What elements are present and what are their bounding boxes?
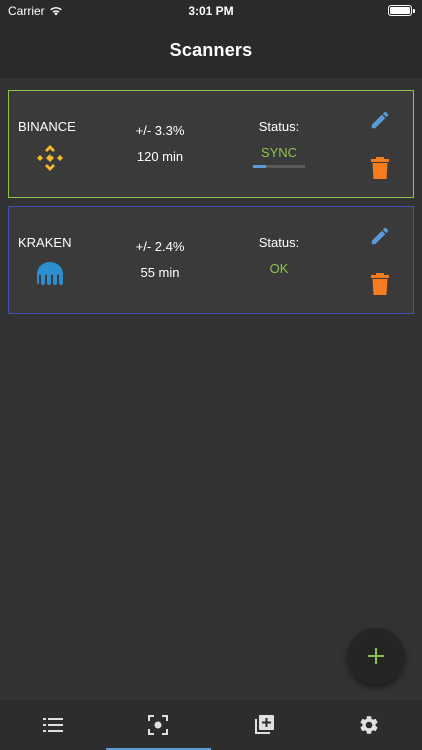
page-title: Scanners bbox=[169, 39, 253, 60]
clock: 3:01 PM bbox=[188, 4, 234, 18]
trash-icon bbox=[371, 273, 389, 295]
exchange-name: KRAKEN bbox=[18, 235, 72, 250]
scanner-focus-icon bbox=[148, 715, 169, 735]
tab-add[interactable] bbox=[211, 700, 317, 750]
interval-value: 120 min bbox=[136, 149, 184, 164]
pencil-icon bbox=[371, 111, 389, 129]
add-scanner-button[interactable] bbox=[348, 628, 404, 684]
tab-list[interactable] bbox=[0, 700, 106, 750]
scanner-card-binance[interactable]: BINANCE +/- 3.3% 120 min Status: SYNC bbox=[8, 90, 414, 198]
tab-settings[interactable] bbox=[317, 700, 422, 750]
status-label: Status: bbox=[258, 235, 300, 250]
status-value: OK bbox=[269, 261, 289, 276]
threshold-value: +/- 3.3% bbox=[135, 123, 185, 138]
battery-icon bbox=[388, 5, 415, 16]
edit-button[interactable] bbox=[369, 109, 391, 131]
tab-bar bbox=[0, 700, 422, 750]
interval-value: 55 min bbox=[140, 265, 180, 280]
sync-progress-fill bbox=[253, 165, 266, 168]
trash-icon bbox=[371, 157, 389, 179]
tab-scanners[interactable] bbox=[105, 700, 212, 750]
edit-button[interactable] bbox=[369, 225, 391, 247]
kraken-logo-icon bbox=[37, 262, 63, 285]
scanner-card-kraken[interactable]: KRAKEN +/- 2.4% 55 min Status: OK bbox=[8, 206, 414, 314]
delete-button[interactable] bbox=[371, 157, 389, 179]
delete-button[interactable] bbox=[371, 273, 389, 295]
status-value: SYNC bbox=[260, 145, 298, 160]
gear-icon bbox=[360, 716, 378, 734]
plus-icon bbox=[368, 648, 384, 664]
status-bar: Carrier 3:01 PM bbox=[0, 0, 422, 22]
navigation-bar: Scanners bbox=[0, 22, 422, 78]
pencil-icon bbox=[371, 227, 389, 245]
sync-progress-bar bbox=[253, 165, 305, 168]
binance-logo-icon bbox=[37, 145, 63, 171]
exchange-name: BINANCE bbox=[18, 119, 76, 134]
threshold-value: +/- 2.4% bbox=[135, 239, 185, 254]
add-to-library-icon bbox=[254, 715, 274, 734]
list-icon bbox=[42, 718, 63, 732]
status-label: Status: bbox=[258, 119, 300, 134]
